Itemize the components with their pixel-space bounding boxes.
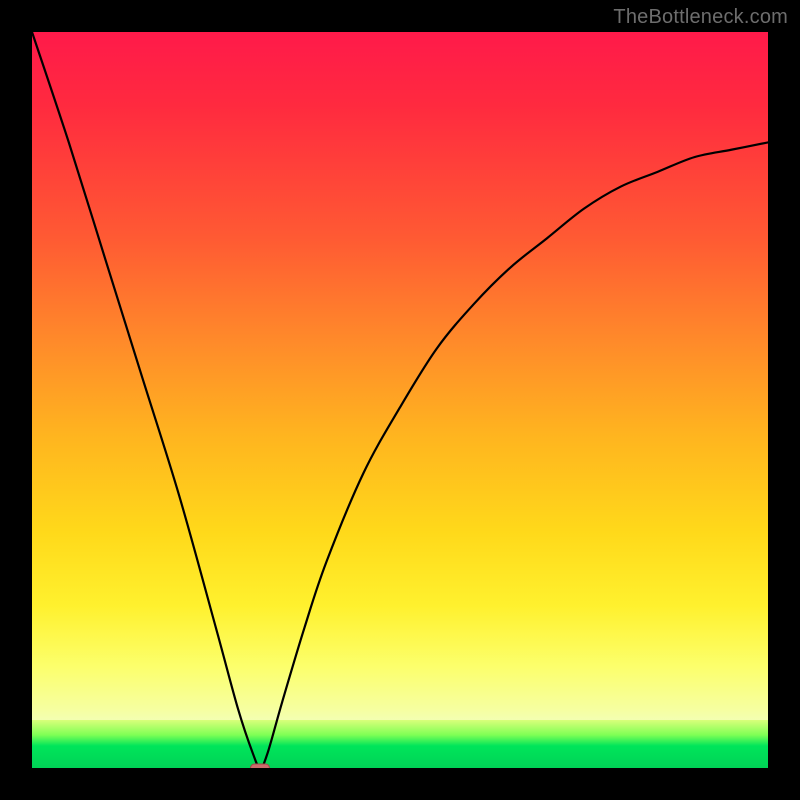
bottleneck-curve: [32, 32, 768, 768]
chart-stage: TheBottleneck.com: [0, 0, 800, 800]
plot-area: [32, 32, 768, 768]
watermark-text: TheBottleneck.com: [613, 6, 788, 29]
optimal-point-marker: [250, 764, 270, 769]
